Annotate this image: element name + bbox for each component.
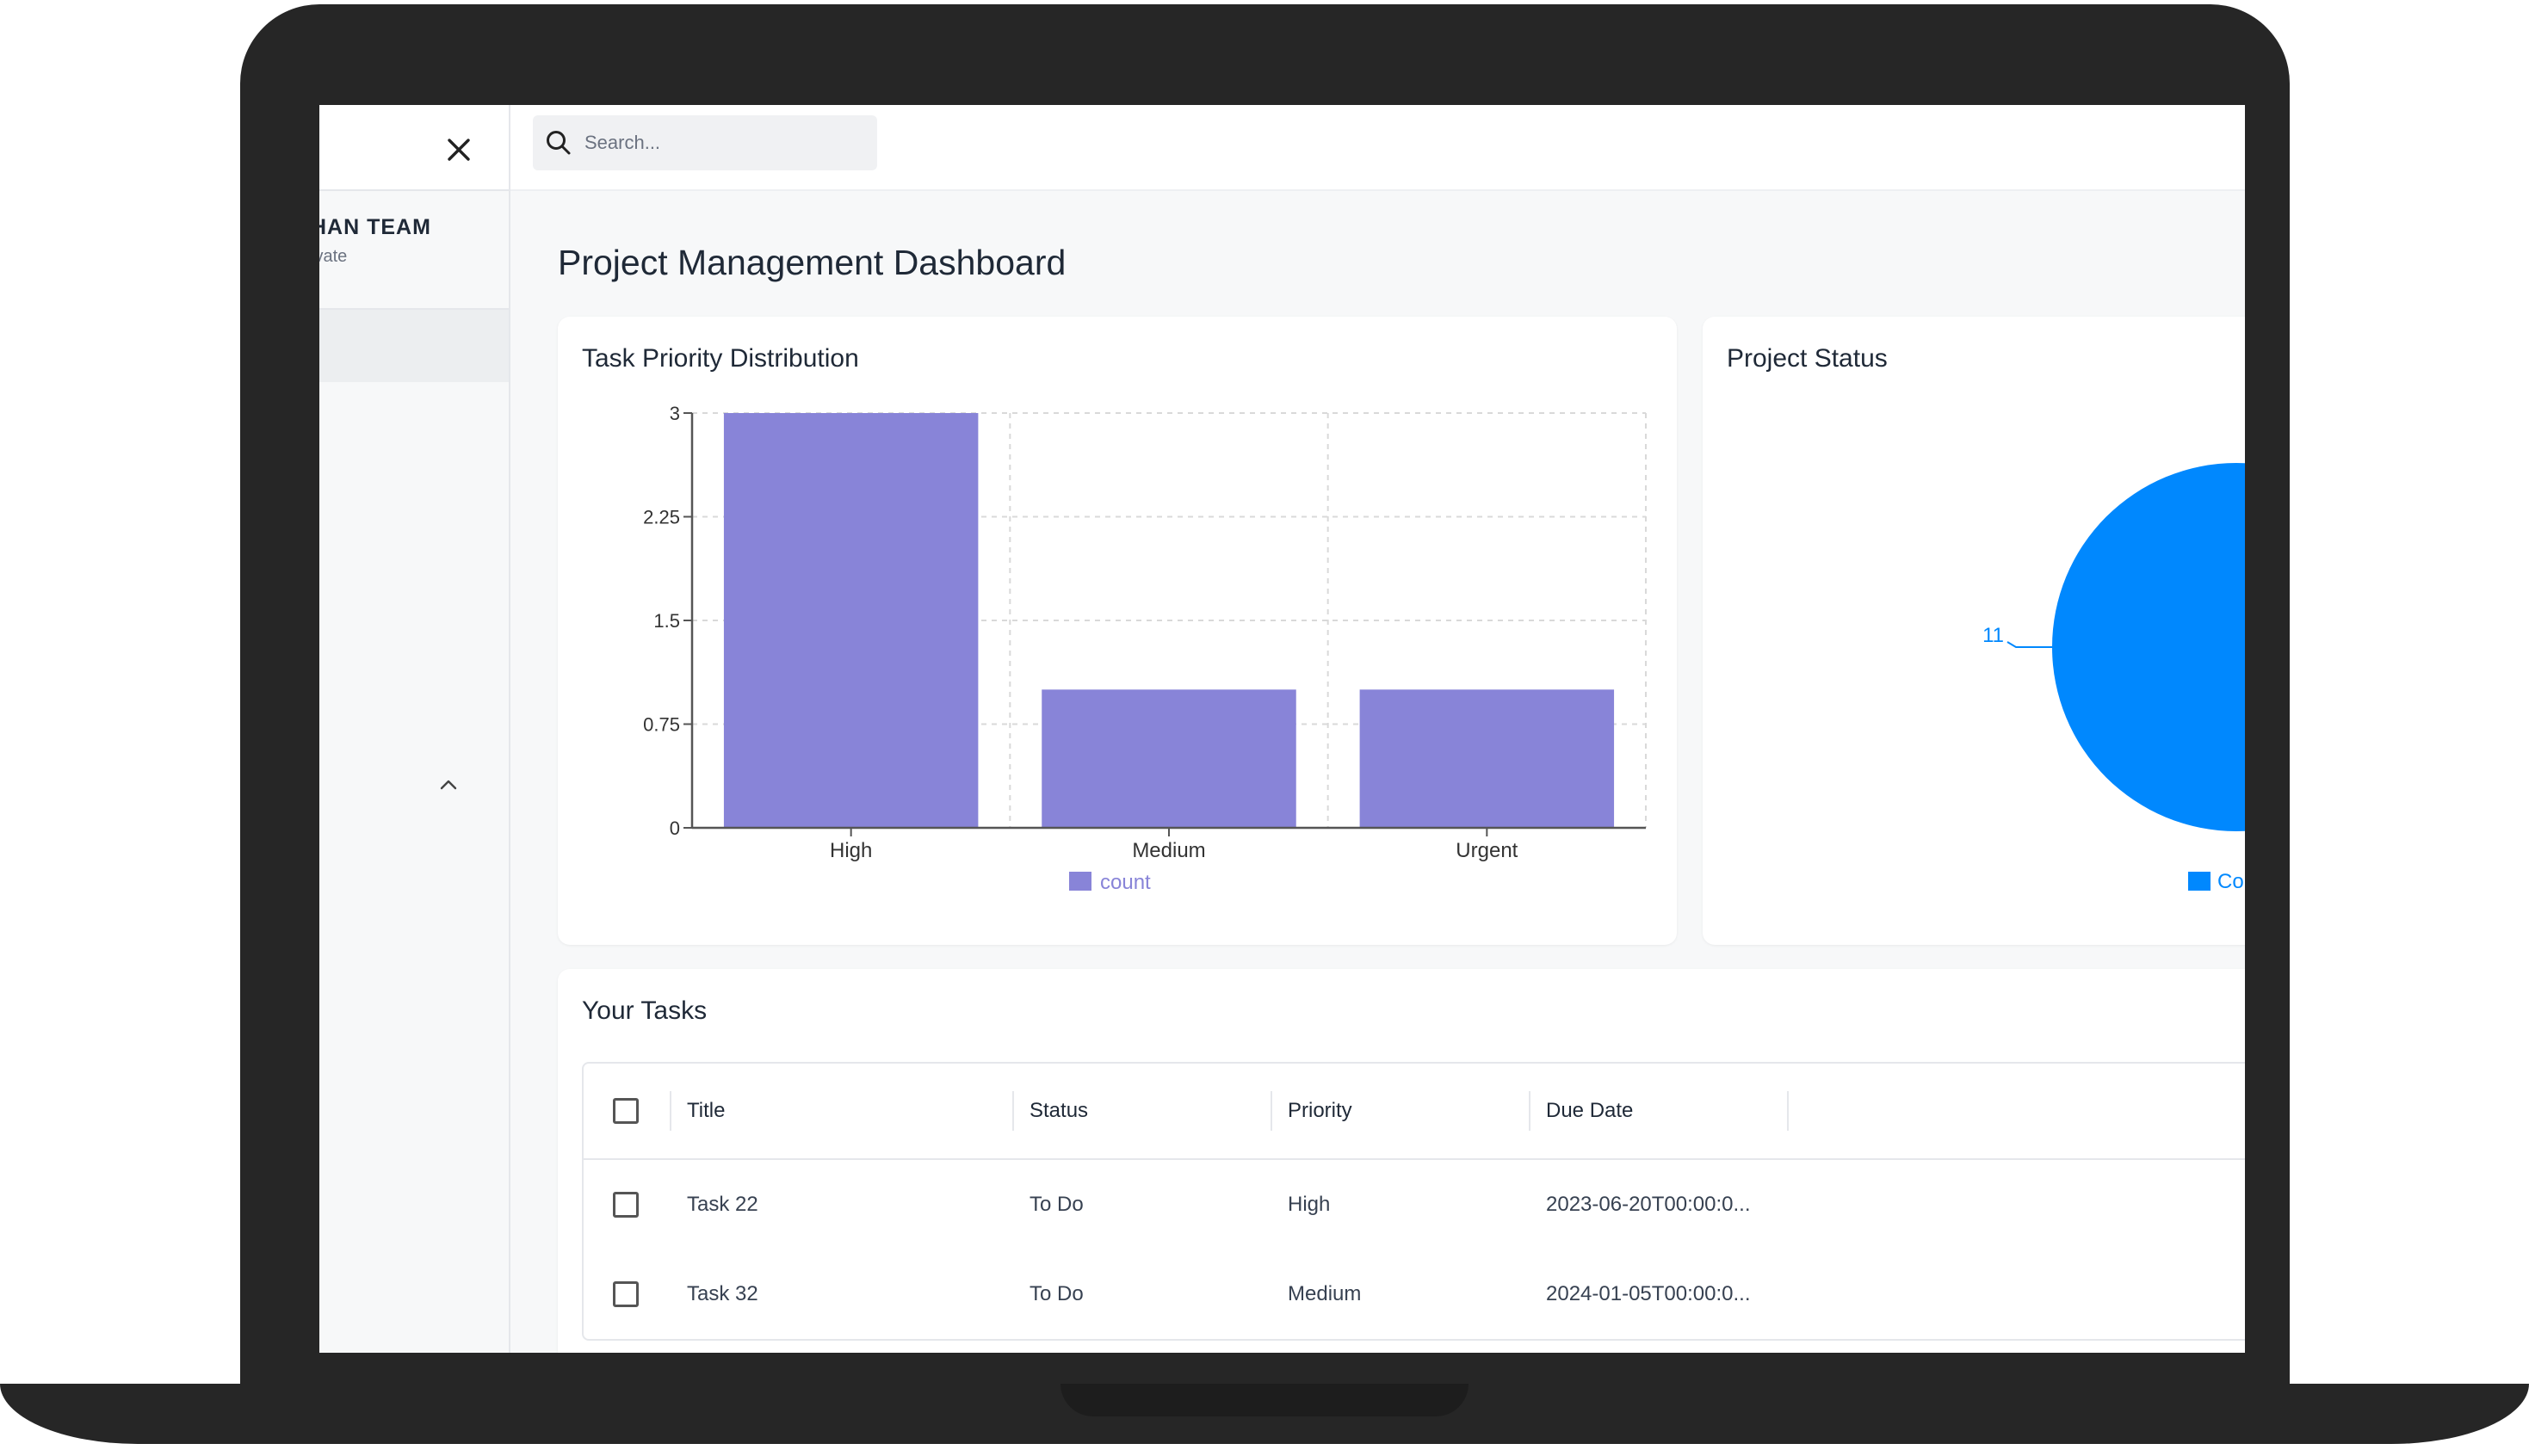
task-title: Task 22 [687, 1193, 758, 1216]
table-row[interactable]: Task 32 To Do Medium 2024-01-05T00:00:0.… [584, 1249, 2245, 1339]
column-header-due-date[interactable]: Due Date [1546, 1064, 1633, 1158]
tasks-title: Your Tasks [582, 996, 708, 1025]
column-separator [1012, 1091, 1014, 1131]
y-tick-label: 0.75 [643, 714, 680, 736]
task-priority: High [1288, 1193, 1331, 1216]
legend-swatch [2188, 872, 2211, 891]
pie-slice [2052, 463, 2245, 831]
team-info[interactable]: HAN TEAM ivate [319, 215, 509, 267]
column-separator [1529, 1091, 1530, 1131]
table-row[interactable]: Task 22 To Do High 2023-06-20T00:00:0... [584, 1160, 2245, 1249]
status-pie-chart: 11 Co [1982, 463, 2245, 893]
pie-label: 11 [1982, 624, 2004, 647]
sidebar-item-active[interactable] [319, 310, 509, 382]
priority-bar-chart: 0 0.75 1.5 2.25 3 High Medium Urgent count [643, 403, 1647, 894]
laptop-notch [1060, 1384, 1469, 1416]
column-header-status[interactable]: Status [1030, 1064, 1088, 1158]
x-tick-label: Medium [1132, 839, 1205, 862]
team-name: HAN TEAM [319, 215, 431, 239]
y-tick-label: 3 [670, 403, 680, 424]
sidebar-header [319, 105, 509, 191]
y-tick-label: 1.5 [653, 610, 680, 632]
close-sidebar-button[interactable] [440, 131, 478, 169]
column-header-priority[interactable]: Priority [1288, 1064, 1352, 1158]
search-icon [547, 131, 571, 155]
pie-label-line [2007, 641, 2052, 648]
legend-swatch [1069, 872, 1091, 891]
legend-label: count [1100, 871, 1151, 894]
bar-medium [1042, 689, 1296, 828]
y-tick-label: 2.25 [643, 507, 680, 528]
close-icon [448, 139, 470, 161]
tasks-table: Title Status Priority Due Date Task 22 T… [582, 1062, 2245, 1341]
legend-label: Co [2217, 870, 2244, 893]
task-title: Task 32 [687, 1282, 758, 1305]
task-due-date: 2024-01-05T00:00:0... [1546, 1282, 1751, 1305]
row-select-cell [613, 1160, 639, 1249]
x-tick-label: Urgent [1456, 839, 1518, 862]
sidebar: HAN TEAM ivate [319, 105, 510, 1353]
task-status: To Do [1030, 1282, 1084, 1305]
column-separator [1787, 1091, 1789, 1131]
bar-high [723, 413, 979, 828]
team-visibility: ivate [319, 247, 348, 266]
collapse-section-button[interactable] [430, 768, 467, 802]
top-bar [510, 105, 2245, 191]
row-select-cell [613, 1249, 639, 1339]
priority-chart-card: Task Priority Distribution 0 0.75 1.5 2.25 3… [558, 317, 1677, 945]
task-due-date: 2023-06-20T00:00:0... [1546, 1193, 1751, 1216]
task-status: To Do [1030, 1193, 1084, 1216]
column-header-title[interactable]: Title [687, 1064, 725, 1158]
status-chart-card: Project Status 11 Co [1703, 317, 2245, 945]
row-checkbox[interactable] [613, 1281, 639, 1307]
y-tick-label: 0 [670, 817, 680, 839]
search-input[interactable] [584, 132, 860, 154]
row-checkbox[interactable] [613, 1192, 639, 1218]
page-title: Project Management Dashboard [558, 243, 1067, 282]
select-all-checkbox[interactable] [613, 1098, 639, 1124]
chevron-up-icon [440, 780, 457, 790]
x-tick-label: High [830, 839, 872, 862]
task-priority: Medium [1288, 1282, 1362, 1305]
column-separator [670, 1091, 671, 1131]
app-screen: HAN TEAM ivate Project Management Dashbo… [319, 105, 2245, 1353]
select-all-cell [613, 1064, 639, 1158]
bar-urgent [1359, 689, 1615, 828]
table-header: Title Status Priority Due Date [584, 1064, 2245, 1160]
search-bar[interactable] [533, 115, 877, 170]
tasks-card: Your Tasks Title Status Priority Due Dat… [558, 969, 2245, 1353]
column-separator [1271, 1091, 1272, 1131]
